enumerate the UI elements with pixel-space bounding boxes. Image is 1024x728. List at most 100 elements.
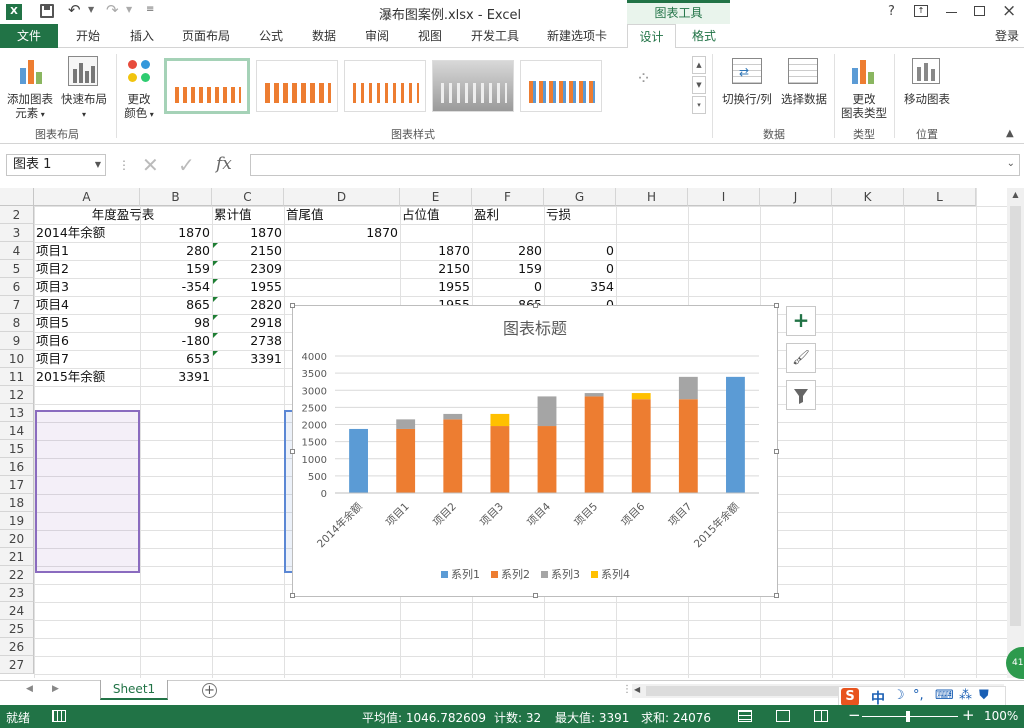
tab-new-tab[interactable]: 新建选项卡	[540, 24, 614, 48]
row-header-8[interactable]: 8	[0, 314, 34, 332]
horizontal-scroll-thumb[interactable]	[646, 686, 846, 696]
row-header-27[interactable]: 27	[0, 656, 34, 674]
cancel-entry-icon[interactable]: ✕	[142, 153, 159, 177]
row-header-24[interactable]: 24	[0, 602, 34, 620]
tab-design[interactable]: 设计	[627, 24, 676, 49]
cell-f5[interactable]: 159	[472, 260, 544, 278]
row-header-15[interactable]: 15	[0, 440, 34, 458]
redo-dropdown-icon[interactable]: ▼	[126, 5, 132, 14]
cell-b5[interactable]: 159	[140, 260, 212, 278]
cell-c6[interactable]: 1955	[212, 278, 284, 296]
cell-d3[interactable]: 1870	[284, 224, 400, 242]
redo-icon[interactable]: ↷	[106, 1, 119, 19]
name-box[interactable]: 图表 1 ▼	[6, 154, 106, 176]
column-header-g[interactable]: G	[544, 188, 616, 206]
collapse-ribbon-icon[interactable]: ▲	[1006, 128, 1014, 139]
move-chart-button[interactable]: 移动图表	[898, 54, 956, 122]
row-header-9[interactable]: 9	[0, 332, 34, 350]
tab-developer[interactable]: 开发工具	[464, 24, 526, 48]
tab-view[interactable]: 视图	[408, 24, 452, 48]
cell-c5[interactable]: 2309	[212, 260, 284, 278]
add-sheet-icon[interactable]: +	[202, 683, 217, 698]
close-icon[interactable]: ×	[1002, 1, 1016, 21]
zoom-slider-thumb[interactable]	[906, 711, 910, 722]
select-all-corner[interactable]	[0, 188, 34, 206]
formula-expand-icon[interactable]: ⌄	[1007, 158, 1015, 169]
confirm-entry-icon[interactable]: ✓	[178, 153, 195, 177]
cell-a3[interactable]: 2014年余额	[34, 224, 140, 242]
row-header-22[interactable]: 22	[0, 566, 34, 584]
undo-dropdown-icon[interactable]: ▼	[88, 5, 94, 14]
tab-page-layout[interactable]: 页面布局	[175, 24, 237, 48]
column-header-l[interactable]: L	[904, 188, 976, 206]
row-header-23[interactable]: 23	[0, 584, 34, 602]
chart-filters-button[interactable]	[786, 380, 816, 410]
sheet-tab-sheet1[interactable]: Sheet1	[100, 680, 168, 700]
column-header-d[interactable]: D	[284, 188, 400, 206]
cell-a9[interactable]: 项目6	[34, 332, 140, 350]
cell-f4[interactable]: 280	[472, 242, 544, 260]
row-header-26[interactable]: 26	[0, 638, 34, 656]
row-header-7[interactable]: 7	[0, 296, 34, 314]
cell-a2[interactable]: 年度盈亏表	[34, 206, 212, 224]
formula-input[interactable]: ⌄	[250, 154, 1020, 176]
minimize-icon[interactable]	[946, 12, 957, 13]
row-header-13[interactable]: 13	[0, 404, 34, 422]
cell-f2[interactable]: 盈利	[472, 206, 544, 224]
cell-c2[interactable]: 累计值	[212, 206, 284, 224]
cell-e5[interactable]: 2150	[400, 260, 472, 278]
tab-formulas[interactable]: 公式	[249, 24, 293, 48]
row-header-10[interactable]: 10	[0, 350, 34, 368]
cell-a5[interactable]: 项目2	[34, 260, 140, 278]
style-scroll-up[interactable]: ▲	[692, 56, 706, 74]
cell-b10[interactable]: 653	[140, 350, 212, 368]
zoom-in-icon[interactable]: +	[962, 706, 975, 724]
cell-a6[interactable]: 项目3	[34, 278, 140, 296]
cell-b11[interactable]: 3391	[140, 368, 212, 386]
tab-format[interactable]: 格式	[680, 24, 728, 48]
tab-home[interactable]: 开始	[66, 24, 110, 48]
cell-a4[interactable]: 项目1	[34, 242, 140, 260]
cell-b7[interactable]: 865	[140, 296, 212, 314]
row-header-12[interactable]: 12	[0, 386, 34, 404]
chart-style-3[interactable]	[344, 60, 426, 112]
cell-a7[interactable]: 项目4	[34, 296, 140, 314]
name-box-dropdown-icon[interactable]: ▼	[95, 155, 101, 175]
insert-function-icon[interactable]: fx	[216, 154, 232, 174]
chart-style-2[interactable]	[256, 60, 338, 112]
vertical-scrollbar[interactable]: ▲	[1007, 188, 1024, 678]
row-header-18[interactable]: 18	[0, 494, 34, 512]
tab-file[interactable]: 文件	[0, 24, 58, 48]
column-header-k[interactable]: K	[832, 188, 904, 206]
cell-e6[interactable]: 1955	[400, 278, 472, 296]
row-header-4[interactable]: 4	[0, 242, 34, 260]
column-header-a[interactable]: A	[34, 188, 140, 206]
style-gallery-more[interactable]: ▾	[692, 96, 706, 114]
zoom-out-icon[interactable]: −	[848, 706, 861, 724]
cell-b9[interactable]: -180	[140, 332, 212, 350]
cell-c4[interactable]: 2150	[212, 242, 284, 260]
row-header-14[interactable]: 14	[0, 422, 34, 440]
column-header-b[interactable]: B	[140, 188, 212, 206]
column-header-c[interactable]: C	[212, 188, 284, 206]
chart-style-5[interactable]	[520, 60, 602, 112]
column-header-e[interactable]: E	[400, 188, 472, 206]
vertical-scroll-thumb[interactable]	[1010, 206, 1021, 626]
tab-review[interactable]: 审阅	[355, 24, 399, 48]
row-header-6[interactable]: 6	[0, 278, 34, 296]
cell-c7[interactable]: 2820	[212, 296, 284, 314]
zoom-slider[interactable]	[862, 711, 958, 722]
cell-b4[interactable]: 280	[140, 242, 212, 260]
restore-icon[interactable]	[974, 6, 985, 16]
zoom-level[interactable]: 100%	[984, 709, 1018, 723]
cell-a10[interactable]: 项目7	[34, 350, 140, 368]
cell-g2[interactable]: 亏损	[544, 206, 616, 224]
next-sheet-icon[interactable]: ▶	[52, 684, 59, 694]
change-color-button[interactable]: 更改 颜色 ▾	[118, 54, 160, 122]
cell-e4[interactable]: 1870	[400, 242, 472, 260]
save-icon[interactable]	[40, 4, 54, 18]
cell-b8[interactable]: 98	[140, 314, 212, 332]
cell-a11[interactable]: 2015年余额	[34, 368, 140, 386]
row-header-21[interactable]: 21	[0, 548, 34, 566]
prev-sheet-icon[interactable]: ◀	[26, 684, 33, 694]
